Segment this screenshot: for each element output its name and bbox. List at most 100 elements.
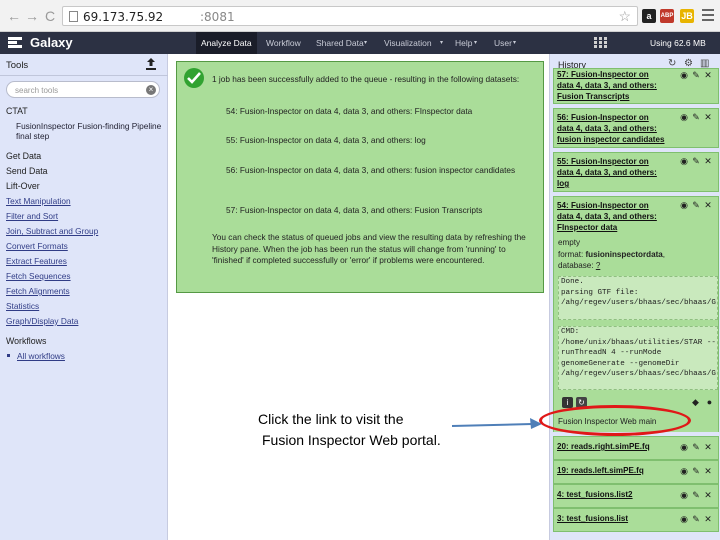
forward-button[interactable]: → — [24, 8, 40, 24]
extension-icon[interactable]: JB — [680, 9, 694, 23]
amazon-extension-icon[interactable]: a — [642, 9, 656, 23]
scratchbook-grid-icon[interactable] — [594, 37, 608, 49]
dataset-actions: ◉ ✎ ✕ — [678, 200, 714, 210]
chevron-down-icon: ▾ — [513, 40, 517, 46]
peek-line: runThreadN 4 --runMode — [561, 349, 662, 357]
dataset-status: empty — [558, 238, 581, 247]
dataset-title[interactable]: 3: test_fusions.list — [557, 513, 667, 524]
history-dataset[interactable]: 57: Fusion-Inspector on data 4, data 3, … — [553, 68, 719, 104]
section-text-manipulation[interactable]: Text Manipulation — [6, 196, 71, 206]
delete-icon[interactable]: ✕ — [702, 70, 714, 81]
eye-icon[interactable]: ◉ — [678, 490, 690, 501]
tab-workflow[interactable]: Workflow — [261, 32, 306, 54]
database-value[interactable]: ? — [596, 261, 601, 270]
pencil-icon[interactable]: ✎ — [690, 466, 702, 477]
section-join-subtract-group[interactable]: Join, Subtract and Group — [6, 226, 98, 236]
section-statistics[interactable]: Statistics — [6, 301, 39, 311]
delete-icon[interactable]: ✕ — [702, 112, 714, 123]
bookmark-star-icon[interactable]: ☆ — [618, 8, 631, 25]
center-panel: 1 job has been successfully added to the… — [169, 54, 549, 540]
eye-icon[interactable]: ◉ — [678, 156, 690, 167]
browser-menu-icon[interactable] — [702, 9, 714, 23]
dataset-actions: ◉ ✎ ✕ — [678, 442, 714, 452]
tab-analyze-data[interactable]: Analyze Data — [196, 32, 257, 54]
address-bar[interactable]: 69.173.75.92 :8081 ☆ — [62, 6, 638, 26]
section-get-data[interactable]: Get Data — [6, 151, 41, 161]
dataset-title[interactable]: 19: reads.left.simPE.fq — [557, 465, 667, 476]
eye-icon[interactable]: ◉ — [678, 466, 690, 477]
brand-title[interactable]: Galaxy — [30, 35, 73, 50]
info-icon[interactable]: i — [562, 397, 573, 408]
peek-line: CMD: — [561, 328, 580, 336]
eye-icon[interactable]: ◉ — [678, 112, 690, 123]
eye-icon[interactable]: ◉ — [678, 200, 690, 211]
chevron-down-icon: ▾ — [474, 40, 478, 46]
adblock-extension-icon[interactable]: ABP — [660, 9, 674, 23]
dataset-actions: ◉ ✎ ✕ — [678, 490, 714, 500]
section-lift-over[interactable]: Lift-Over — [6, 181, 40, 191]
tool-search[interactable]: × — [6, 81, 160, 98]
history-dataset[interactable]: 19: reads.left.simPE.fq ◉ ✎ ✕ — [553, 460, 719, 484]
clear-search-icon[interactable]: × — [146, 85, 156, 95]
section-convert-formats[interactable]: Convert Formats — [6, 241, 68, 251]
eye-icon[interactable]: ◉ — [678, 514, 690, 525]
delete-icon[interactable]: ✕ — [702, 466, 714, 477]
quota-usage: Using 62.6 MB — [650, 38, 706, 48]
pencil-icon[interactable]: ✎ — [690, 200, 702, 211]
dataset-title[interactable]: 54: Fusion-Inspector on data 4, data 3, … — [557, 200, 665, 233]
history-dataset[interactable]: 55: Fusion-Inspector on data 4, data 3, … — [553, 152, 719, 192]
queued-dataset-item: 54: Fusion-Inspector on data 4, data 3, … — [226, 106, 473, 116]
tab-visualization[interactable]: Visualization — [379, 32, 437, 54]
dataset-title[interactable]: 4: test_fusions.list2 — [557, 489, 667, 500]
message-footer: You can check the status of queued jobs … — [212, 232, 526, 265]
pencil-icon[interactable]: ✎ — [690, 514, 702, 525]
dataset-title[interactable]: 56: Fusion-Inspector on data 4, data 3, … — [557, 112, 665, 145]
delete-icon[interactable]: ✕ — [702, 490, 714, 501]
message-intro: 1 job has been successfully added to the… — [212, 74, 520, 84]
section-ctat[interactable]: CTAT — [6, 106, 28, 116]
delete-icon[interactable]: ✕ — [702, 514, 714, 525]
tab-shared-data[interactable]: Shared Data — [311, 32, 369, 54]
section-graph-display-data[interactable]: Graph/Display Data — [6, 316, 78, 326]
tag-icon[interactable]: ◆ — [690, 397, 701, 408]
job-queued-message: 1 job has been successfully added to the… — [176, 61, 544, 293]
search-input[interactable] — [15, 84, 140, 96]
section-send-data[interactable]: Send Data — [6, 166, 48, 176]
pencil-icon[interactable]: ✎ — [690, 442, 702, 453]
dataset-actions: ◉ ✎ ✕ — [678, 514, 714, 524]
section-extract-features[interactable]: Extract Features — [6, 256, 67, 266]
eye-icon[interactable]: ◉ — [678, 70, 690, 81]
section-filter-and-sort[interactable]: Filter and Sort — [6, 211, 58, 221]
reload-button[interactable]: C — [42, 8, 58, 24]
section-fetch-alignments[interactable]: Fetch Alignments — [6, 286, 70, 296]
dataset-title[interactable]: 57: Fusion-Inspector on data 4, data 3, … — [557, 69, 665, 102]
peek-line: /ahg/regev/users/bhaas/sec/bhaas/G — [561, 370, 716, 378]
peek-line: genomeGenerate --genomeDir — [561, 359, 680, 368]
eye-icon[interactable]: ◉ — [678, 442, 690, 453]
pencil-icon[interactable]: ✎ — [690, 490, 702, 501]
delete-icon[interactable]: ✕ — [702, 200, 714, 211]
dataset-peek: CMD: /home/unix/bhaas/utilities/STAR -- … — [558, 326, 718, 390]
history-dataset[interactable]: 56: Fusion-Inspector on data 4, data 3, … — [553, 108, 719, 148]
pencil-icon[interactable]: ✎ — [690, 112, 702, 123]
section-fetch-sequences[interactable]: Fetch Sequences — [6, 271, 71, 281]
upload-icon[interactable] — [146, 58, 156, 70]
delete-icon[interactable]: ✕ — [702, 442, 714, 453]
pencil-icon[interactable]: ✎ — [690, 70, 702, 81]
dataset-actions: ◉ ✎ ✕ — [678, 70, 714, 80]
back-button[interactable]: ← — [6, 8, 22, 24]
history-dataset[interactable]: 3: test_fusions.list ◉ ✎ ✕ — [553, 508, 719, 532]
format-label: format: — [558, 250, 584, 259]
tool-fusion-inspector[interactable]: FusionInspector Fusion-finding Pipeline … — [16, 121, 164, 141]
history-dataset[interactable]: 4: test_fusions.list2 ◉ ✎ ✕ — [553, 484, 719, 508]
highlight-ellipse — [539, 405, 691, 436]
dataset-title[interactable]: 20: reads.right.simPE.fq — [557, 441, 667, 452]
history-dataset[interactable]: 20: reads.right.simPE.fq ◉ ✎ ✕ — [553, 436, 719, 460]
all-workflows-link[interactable]: All workflows — [17, 351, 65, 361]
dataset-title[interactable]: 55: Fusion-Inspector on data 4, data 3, … — [557, 156, 665, 189]
pencil-icon[interactable]: ✎ — [690, 156, 702, 167]
dataset-format: format: fusioninspectordata, — [558, 250, 666, 259]
history-dataset-expanded[interactable]: 54: Fusion-Inspector on data 4, data 3, … — [553, 196, 719, 236]
comment-icon[interactable]: ● — [704, 397, 715, 408]
delete-icon[interactable]: ✕ — [702, 156, 714, 167]
